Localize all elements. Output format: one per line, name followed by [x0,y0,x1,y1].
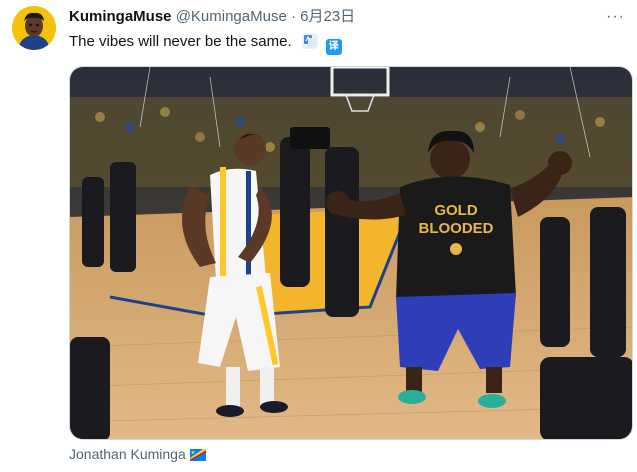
photo-basketball-celebration: GOLD BLOODED [70,67,632,439]
avatar[interactable] [12,6,56,50]
tweet-body: The vibes will never be the same. [69,33,292,50]
tweet-header: KumingaMuse @KumingaMuse · 6月23日 [69,8,355,26]
google-translate-icon[interactable] [301,33,318,49]
tweet-text: The vibes will never be the same. 译 [69,33,342,55]
separator: · [290,8,296,25]
user-handle[interactable]: @KumingaMuse [176,8,287,25]
dr-congo-flag-icon [189,448,206,464]
jersey-text-gold: GOLD [434,202,477,219]
tagged-person-name[interactable]: Jonathan Kuminga [69,446,186,462]
display-name[interactable]: KumingaMuse [69,8,172,25]
translate-zh-icon[interactable]: 译 [325,39,342,55]
tweet-image[interactable]: GOLD BLOODED [69,66,633,440]
avatar-illustration [12,6,56,50]
more-options-icon[interactable]: ··· [606,8,625,26]
tweet-date[interactable]: 6月23日 [300,8,355,25]
jersey-text-blooded: BLOODED [419,220,494,237]
media-caption: Jonathan Kuminga [69,446,206,464]
